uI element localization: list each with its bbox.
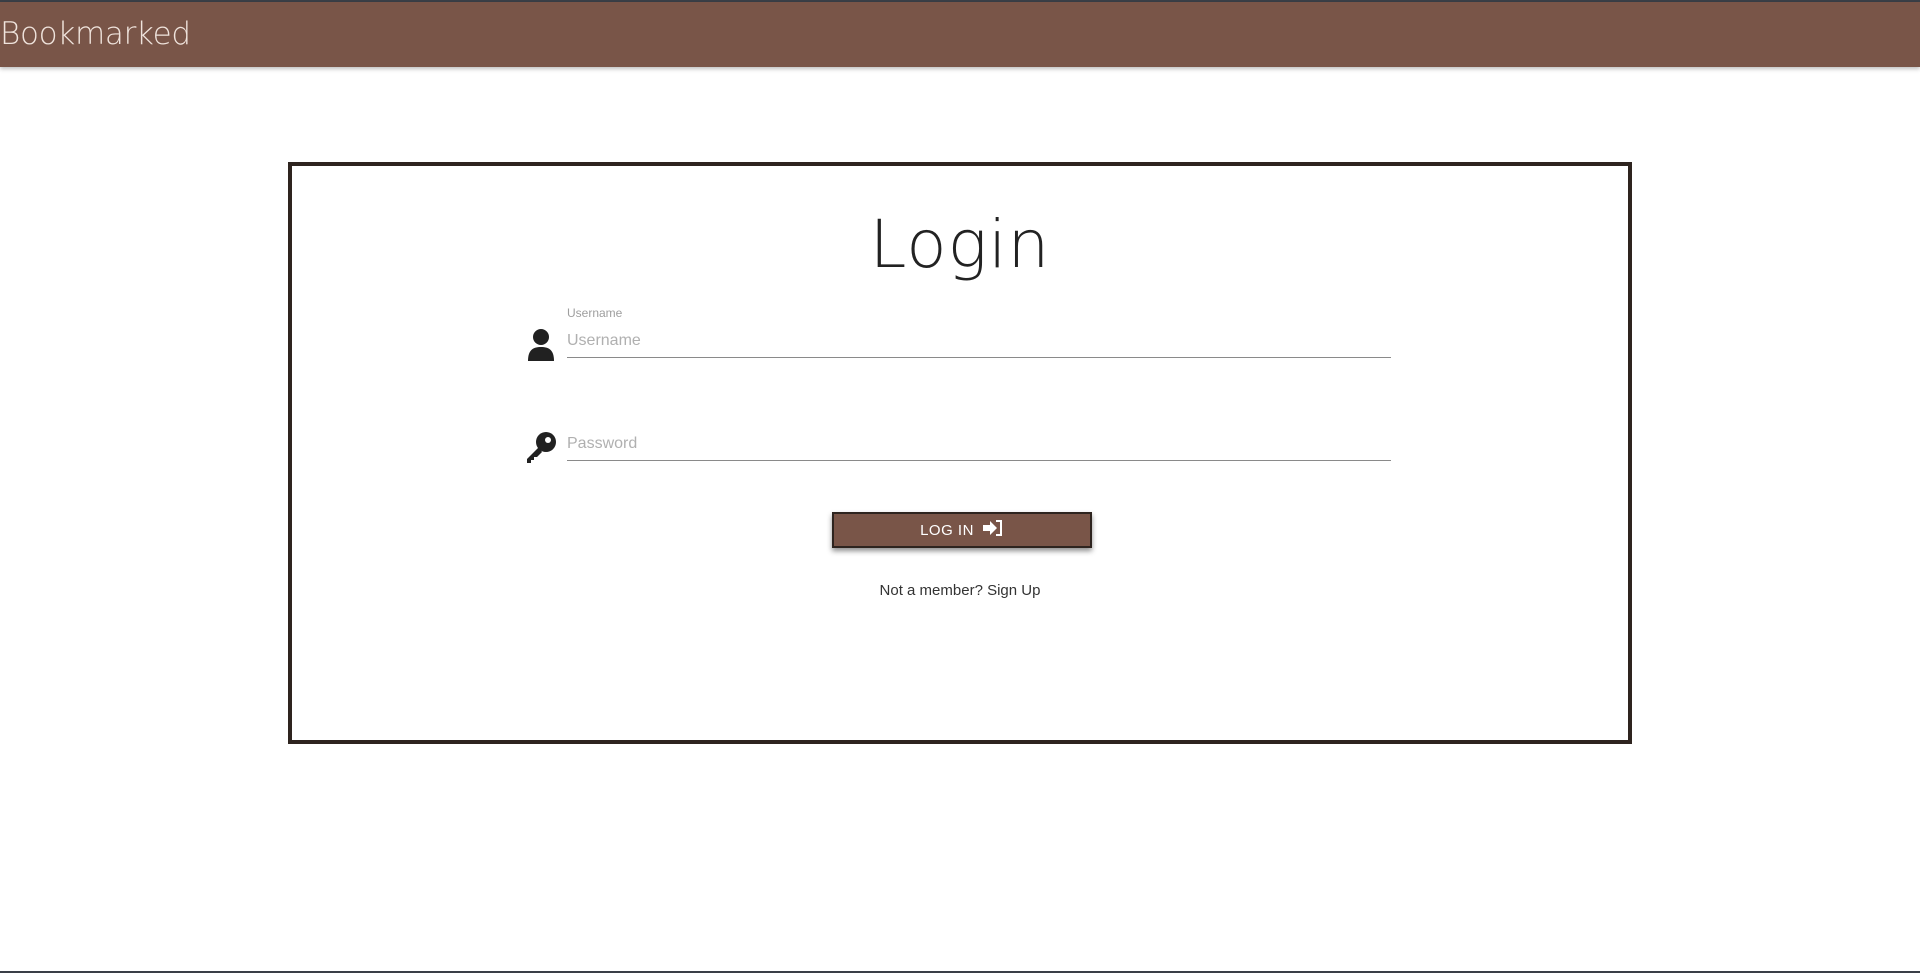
username-input[interactable]: [567, 324, 1391, 358]
signup-link[interactable]: Sign Up: [987, 582, 1040, 599]
signup-prompt: Not a member? Sign Up: [292, 582, 1628, 599]
user-icon: [524, 326, 558, 364]
login-button-label: LOG IN: [920, 521, 974, 539]
username-field-group: Username: [524, 306, 1399, 370]
login-button[interactable]: LOG IN: [832, 512, 1092, 548]
login-card: Login Username LOG IN: [288, 162, 1632, 744]
key-icon: [524, 429, 558, 467]
sign-in-icon: [982, 519, 1004, 541]
password-input[interactable]: [567, 427, 1391, 461]
page-title: Login: [869, 206, 1051, 283]
navbar: Bookmarked: [0, 2, 1920, 67]
signup-prompt-text: Not a member?: [879, 582, 983, 599]
password-field-group: [524, 413, 1399, 473]
username-label: Username: [567, 306, 623, 320]
brand-logo-link[interactable]: Bookmarked: [0, 19, 191, 50]
